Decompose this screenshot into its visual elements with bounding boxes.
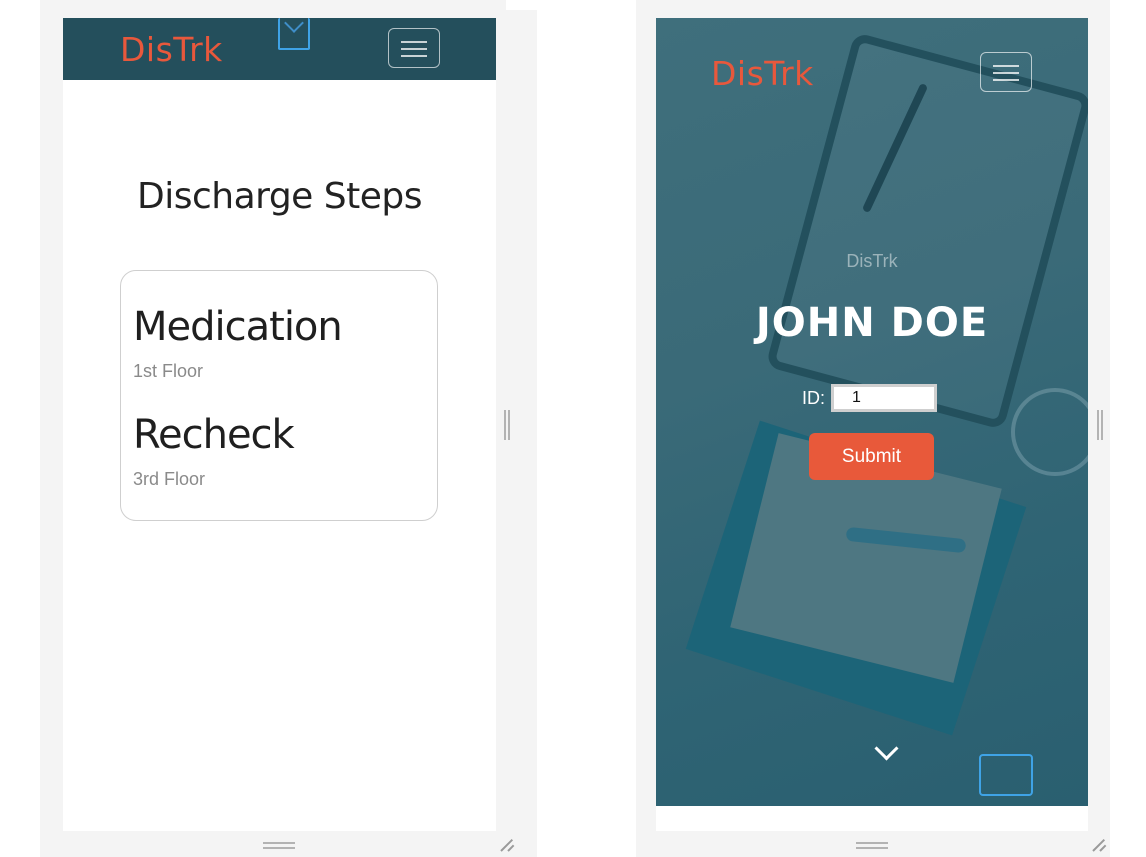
scroll-up-focus-button[interactable]	[278, 18, 310, 50]
step-item: Medication 1st Floor	[133, 304, 343, 382]
step-item: Recheck 3rd Floor	[133, 412, 295, 490]
step-location: 3rd Floor	[133, 469, 206, 489]
left-viewport: DisTrk Discharge Steps Medication 1st Fl…	[63, 18, 496, 831]
hamburger-icon-bar	[401, 48, 427, 50]
menu-toggle-button[interactable]	[388, 28, 440, 68]
stage: DisTrk Discharge Steps Medication 1st Fl…	[0, 0, 1146, 857]
right-viewport: DisTrk DisTrk JOHN DOE ID: Submit	[656, 18, 1088, 831]
brand-logo[interactable]: DisTrk	[711, 54, 814, 93]
right-resize-handle-side[interactable]	[1097, 410, 1103, 440]
brand-logo[interactable]: DisTrk	[120, 30, 223, 69]
hamburger-icon	[993, 65, 1019, 67]
menu-toggle-button[interactable]	[980, 52, 1032, 92]
discharge-steps-card: Medication 1st Floor Recheck 3rd Floor	[120, 270, 438, 521]
step-name: Recheck	[133, 412, 295, 458]
id-form-row: ID:	[802, 384, 938, 412]
scroll-top-focus-button[interactable]	[979, 754, 1033, 796]
resize-grip-icon[interactable]	[500, 836, 516, 852]
left-resize-handle-bottom[interactable]	[263, 842, 295, 849]
hamburger-icon	[401, 41, 427, 43]
hamburger-icon-bar	[401, 55, 427, 57]
resize-grip-icon[interactable]	[1092, 836, 1108, 852]
hero-section: DisTrk DisTrk JOHN DOE ID: Submit	[656, 18, 1088, 806]
submit-button[interactable]: Submit	[809, 433, 934, 480]
chevron-down-icon[interactable]	[874, 736, 899, 761]
id-label: ID:	[802, 387, 826, 408]
hero-subtitle: DisTrk	[846, 251, 898, 271]
step-location: 1st Floor	[133, 361, 204, 381]
glass-illustration	[1011, 388, 1088, 476]
patient-id-input[interactable]	[831, 384, 938, 412]
hamburger-icon-bar	[993, 72, 1019, 74]
chevron-down-icon	[284, 18, 304, 33]
left-resize-handle-side[interactable]	[504, 410, 510, 440]
right-resize-handle-bottom[interactable]	[856, 842, 888, 849]
hamburger-icon-bar	[993, 79, 1019, 81]
page-title: Discharge Steps	[137, 176, 422, 217]
step-name: Medication	[133, 304, 343, 350]
patient-name: JOHN DOE	[755, 300, 989, 346]
